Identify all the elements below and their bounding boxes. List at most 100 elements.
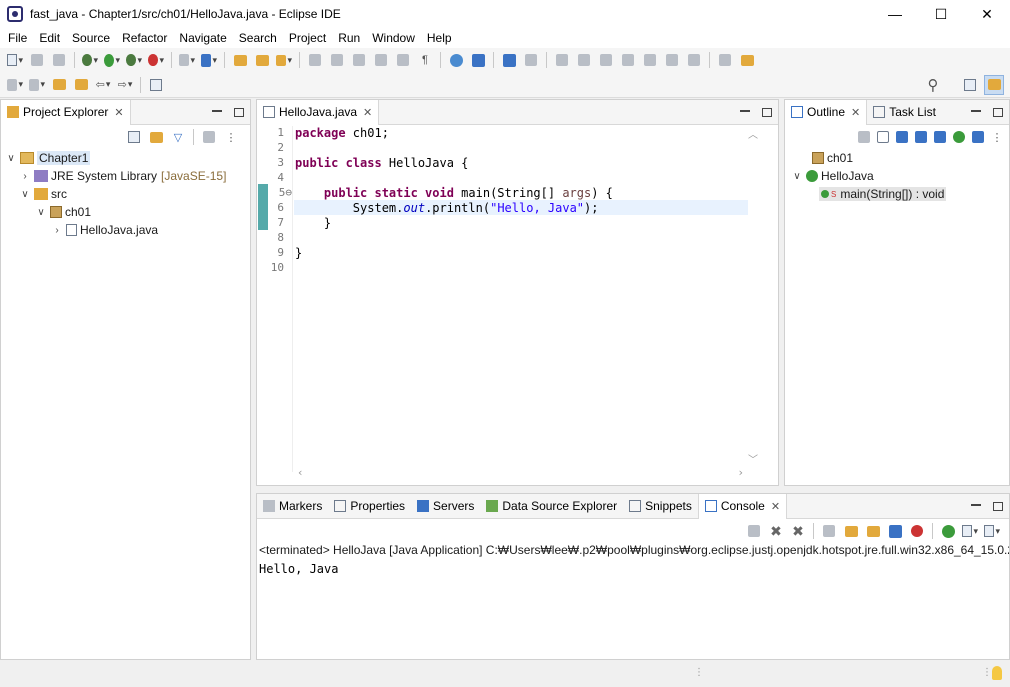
- collapse-all-icon[interactable]: [126, 129, 142, 145]
- toggle-ant-mark-icon[interactable]: [307, 52, 323, 68]
- pin-console-icon[interactable]: [940, 523, 956, 539]
- scroll-right-icon[interactable]: ›: [737, 466, 744, 479]
- chevron-right-icon[interactable]: ›: [19, 171, 31, 182]
- run-icon[interactable]: [104, 52, 120, 68]
- outline-method-selection[interactable]: S main(String[]) : void: [819, 187, 947, 201]
- outline-item-class[interactable]: ∨ HelloJava: [791, 167, 1009, 185]
- tree-item-file[interactable]: › HelloJava.java: [5, 221, 250, 239]
- close-icon[interactable]: ✕: [851, 106, 860, 119]
- remove-all-terminated-icon[interactable]: ✖: [790, 523, 806, 539]
- menu-project[interactable]: Project: [283, 31, 332, 45]
- step-into-icon[interactable]: [642, 52, 658, 68]
- back-icon[interactable]: ⇦: [95, 77, 111, 93]
- terminal-icon[interactable]: [501, 52, 517, 68]
- toggle-breadcrumb-icon[interactable]: [373, 52, 389, 68]
- tab-task-list[interactable]: Task List: [867, 100, 942, 125]
- pilcrow-icon[interactable]: ¶: [417, 52, 433, 68]
- minimize-icon[interactable]: [212, 109, 222, 112]
- tree-item-package[interactable]: ∨ ch01: [5, 203, 250, 221]
- resume-icon[interactable]: [554, 52, 570, 68]
- menu-refactor[interactable]: Refactor: [116, 31, 173, 45]
- tree-item-src[interactable]: ∨ src: [5, 185, 250, 203]
- filter-icon[interactable]: ▽: [170, 129, 186, 145]
- previous-annotation-icon[interactable]: [29, 77, 45, 93]
- chevron-down-icon[interactable]: ∨: [35, 207, 47, 218]
- display-console-icon[interactable]: [962, 523, 978, 539]
- remove-launch-icon[interactable]: ✖: [768, 523, 784, 539]
- maximize-icon[interactable]: [234, 108, 244, 117]
- status-bar-handle[interactable]: ⋮: [694, 667, 704, 678]
- menu-navigate[interactable]: Navigate: [173, 31, 232, 45]
- code-editor[interactable]: 1 2 3 4 5⊖ 6 7 8 9 10 package ch01; publ…: [257, 126, 778, 479]
- minimize-button[interactable]: —: [872, 0, 918, 28]
- scroll-up-icon[interactable]: ︿: [748, 126, 758, 141]
- chevron-right-icon[interactable]: ›: [51, 225, 63, 236]
- sort-icon[interactable]: [896, 131, 908, 143]
- show-on-output-icon[interactable]: [887, 523, 903, 539]
- menu-run[interactable]: Run: [332, 31, 366, 45]
- tab-project-explorer[interactable]: Project Explorer ✕: [1, 99, 131, 125]
- search-icon-small[interactable]: [523, 52, 539, 68]
- show-whitespace-icon[interactable]: [395, 52, 411, 68]
- tree-item-jre[interactable]: › JRE System Library [JavaSE-15]: [5, 167, 250, 185]
- forward-icon[interactable]: ⇨: [117, 77, 133, 93]
- tab-properties[interactable]: Properties: [328, 494, 411, 519]
- toggle-highlight-icon[interactable]: [329, 52, 345, 68]
- link-with-editor-icon[interactable]: [148, 129, 164, 145]
- menu-help[interactable]: Help: [421, 31, 458, 45]
- view-menu-icon[interactable]: ⋮: [991, 131, 1003, 144]
- focus-icon[interactable]: [858, 131, 870, 143]
- hide-static-icon[interactable]: [934, 131, 946, 143]
- menu-search[interactable]: Search: [233, 31, 283, 45]
- show-on-error-icon[interactable]: [909, 523, 925, 539]
- suspend-icon[interactable]: [576, 52, 592, 68]
- new-java-project-icon[interactable]: [179, 52, 195, 68]
- open-perspective-icon[interactable]: [962, 77, 978, 93]
- tree-item-project[interactable]: ∨ Chapter1: [5, 149, 250, 167]
- tab-markers[interactable]: Markers: [257, 494, 328, 519]
- scroll-lock-icon[interactable]: [843, 523, 859, 539]
- scroll-left-icon[interactable]: ‹: [297, 466, 304, 479]
- menu-source[interactable]: Source: [66, 31, 116, 45]
- tab-hellojava[interactable]: HelloJava.java ✕: [257, 99, 380, 125]
- scroll-down-icon[interactable]: ﹀: [748, 451, 758, 466]
- step-over-icon[interactable]: [664, 52, 680, 68]
- search-icon[interactable]: ⚲: [925, 77, 941, 94]
- terminate-icon[interactable]: [746, 523, 762, 539]
- console-output[interactable]: Hello, Java: [257, 559, 1009, 579]
- tab-console[interactable]: Console ✕: [697, 493, 788, 519]
- close-button[interactable]: ✕: [964, 0, 1010, 28]
- minimize-icon[interactable]: [740, 109, 750, 112]
- menu-file[interactable]: File: [2, 31, 33, 45]
- line-number[interactable]: 5⊖: [279, 186, 292, 199]
- outline-item-method[interactable]: S main(String[]) : void: [791, 185, 1009, 203]
- new-icon[interactable]: [7, 52, 23, 68]
- web-browser-icon[interactable]: [448, 52, 464, 68]
- view-menu-icon[interactable]: ⋮: [223, 129, 239, 145]
- lightbulb-icon[interactable]: [992, 666, 1002, 680]
- java-perspective-icon[interactable]: [984, 74, 1004, 95]
- open-perspective-small-icon[interactable]: [148, 77, 164, 93]
- maximize-button[interactable]: ☐: [918, 0, 964, 28]
- maximize-icon[interactable]: [993, 502, 1003, 511]
- collapse-all-icon[interactable]: [877, 131, 889, 143]
- debug-icon[interactable]: [82, 52, 98, 68]
- hide-fields-icon[interactable]: [915, 131, 927, 143]
- new-class-icon[interactable]: [201, 52, 217, 68]
- close-icon[interactable]: ✕: [114, 106, 123, 119]
- save-icon[interactable]: [29, 52, 45, 68]
- close-icon[interactable]: ✕: [771, 500, 780, 513]
- disconnect-icon[interactable]: [620, 52, 636, 68]
- tab-data-source-explorer[interactable]: Data Source Explorer: [480, 494, 623, 519]
- open-task-icon[interactable]: [254, 52, 270, 68]
- word-wrap-icon[interactable]: [865, 523, 881, 539]
- open-type-icon[interactable]: [232, 52, 248, 68]
- clear-console-icon[interactable]: [821, 523, 837, 539]
- open-console-icon[interactable]: [984, 523, 1000, 539]
- tab-servers[interactable]: Servers: [411, 494, 480, 519]
- menu-window[interactable]: Window: [366, 31, 421, 45]
- chevron-down-icon[interactable]: ∨: [5, 153, 17, 164]
- chevron-down-icon[interactable]: ∨: [19, 189, 31, 200]
- search-tool-icon[interactable]: [276, 52, 292, 68]
- pin-editor-icon[interactable]: [73, 77, 89, 93]
